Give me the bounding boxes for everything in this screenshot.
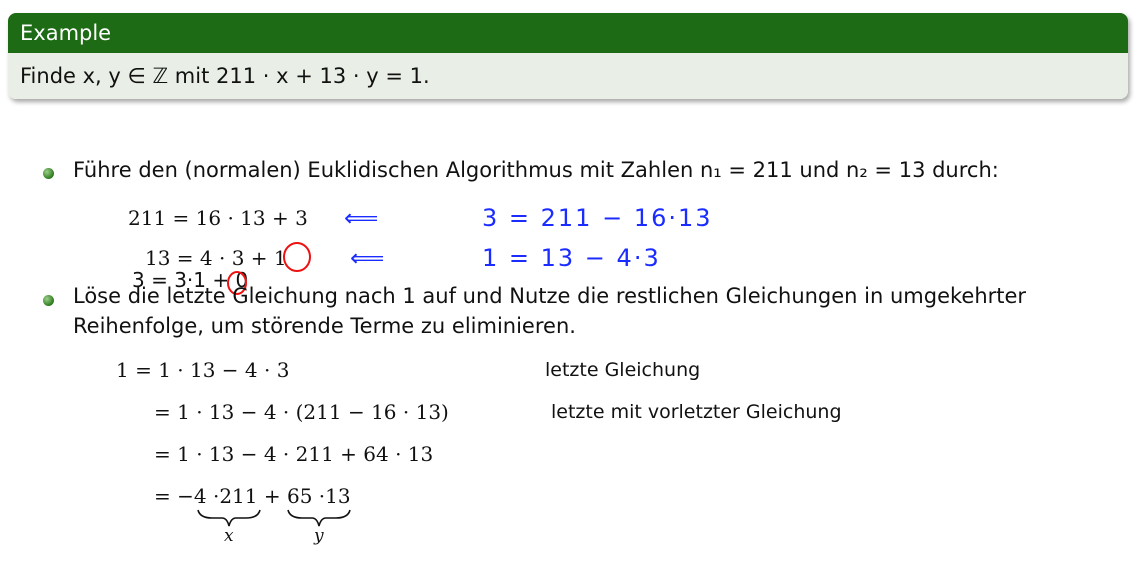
bullet-text-2: Löse die letzte Gleichung nach 1 auf und… (73, 284, 1027, 308)
backsub-line-4-suffix: ·13 (312, 484, 351, 508)
brace-label-y: y (314, 526, 324, 546)
bullet-text-3: Reihenfolge, um störende Terme zu elimin… (73, 314, 576, 338)
brace-label-x: x (224, 526, 234, 546)
coef-x: −4 (177, 484, 207, 508)
comment-1: letzte Gleichung (545, 359, 701, 381)
red-circle-1 (283, 242, 311, 272)
bullet-icon (43, 295, 54, 306)
brace-y-icon (287, 509, 351, 527)
brace-x-icon (197, 509, 261, 527)
backsub-line-4: = −4 ·211 + 65 ·13 (154, 484, 351, 508)
backsub-line-3: = 1 · 13 − 4 · 211 + 64 · 13 (154, 442, 434, 466)
backsub-line-1: 1 = 1 · 13 − 4 · 3 (116, 358, 290, 382)
coef-y: 65 (286, 484, 313, 508)
backsub-line-4-mid: ·211 + (206, 484, 287, 508)
backsub-line-4-prefix: = (154, 484, 178, 508)
backsub-line-2: = 1 · 13 − 4 · (211 − 16 · 13) (154, 400, 449, 424)
comment-2: letzte mit vorletzter Gleichung (551, 401, 842, 423)
